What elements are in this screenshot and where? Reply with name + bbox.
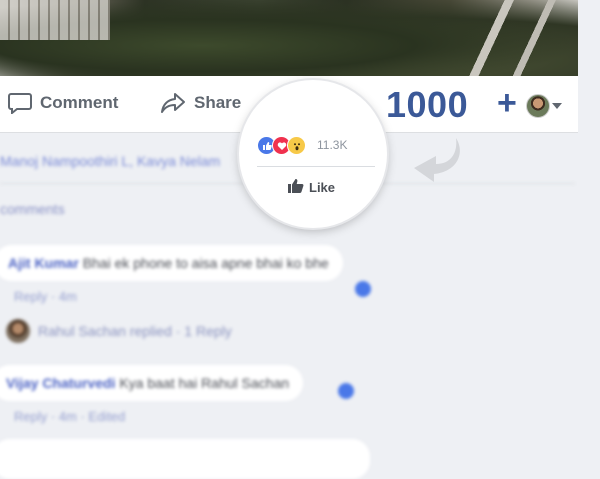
comment-icon — [8, 92, 32, 114]
comment-text: Kya baat hai Rahul Sachan — [119, 375, 290, 391]
comment-text: Bhai ek phone to aisa apne bhai ko bhe — [82, 255, 329, 271]
curved-arrow-icon — [414, 138, 460, 182]
reaction-count-overlay: 1000 — [386, 84, 469, 125]
comment-author[interactable]: Vijay Chaturvedi — [6, 375, 115, 391]
share-button[interactable]: Share — [160, 92, 241, 114]
magnifier-zoom: 11.3K Like — [239, 80, 387, 228]
share-icon — [160, 92, 186, 114]
magnifier-divider — [257, 166, 375, 167]
comment-author[interactable]: Ajit Kumar — [8, 255, 79, 271]
comment-bubble — [0, 439, 370, 479]
comment-bubble: Vijay Chaturvedi Kya baat hai Rahul Sach… — [0, 365, 304, 401]
like-button[interactable]: Like — [287, 178, 335, 197]
chevron-down-icon[interactable] — [552, 103, 562, 109]
reply-summary[interactable]: Rahul Sachan replied · 1 Reply — [6, 319, 232, 343]
like-reaction-icon — [355, 281, 371, 297]
plus-sign: + — [497, 84, 517, 122]
reply-avatar — [6, 319, 30, 343]
reaction-count[interactable]: 11.3K — [317, 138, 347, 152]
view-more-comments-link[interactable]: comments — [0, 201, 65, 217]
photo-buildings — [0, 0, 110, 40]
post-photo[interactable] — [0, 0, 578, 76]
photo-road — [458, 0, 578, 76]
reply-summary-text: Rahul Sachan replied · 1 Reply — [38, 323, 232, 339]
like-reaction-icon — [338, 383, 354, 399]
comment-meta[interactable]: Reply · 4m — [14, 289, 77, 304]
profile-avatar[interactable] — [526, 94, 550, 118]
wow-reaction-icon — [287, 136, 306, 155]
reaction-icons[interactable] — [257, 136, 306, 155]
comment-bubble: Ajit Kumar Bhai ek phone to aisa apne bh… — [0, 245, 343, 281]
comment-label: Comment — [40, 93, 119, 112]
comment-meta[interactable]: Reply · 4m · Edited — [14, 409, 125, 424]
comment-button[interactable]: Comment — [8, 92, 118, 114]
likers-text[interactable]: Manoj Nampoothiri L, Kavya Nelam — [0, 153, 220, 169]
thumbs-up-icon — [287, 178, 304, 197]
share-label: Share — [194, 93, 242, 112]
like-label: Like — [309, 180, 336, 195]
